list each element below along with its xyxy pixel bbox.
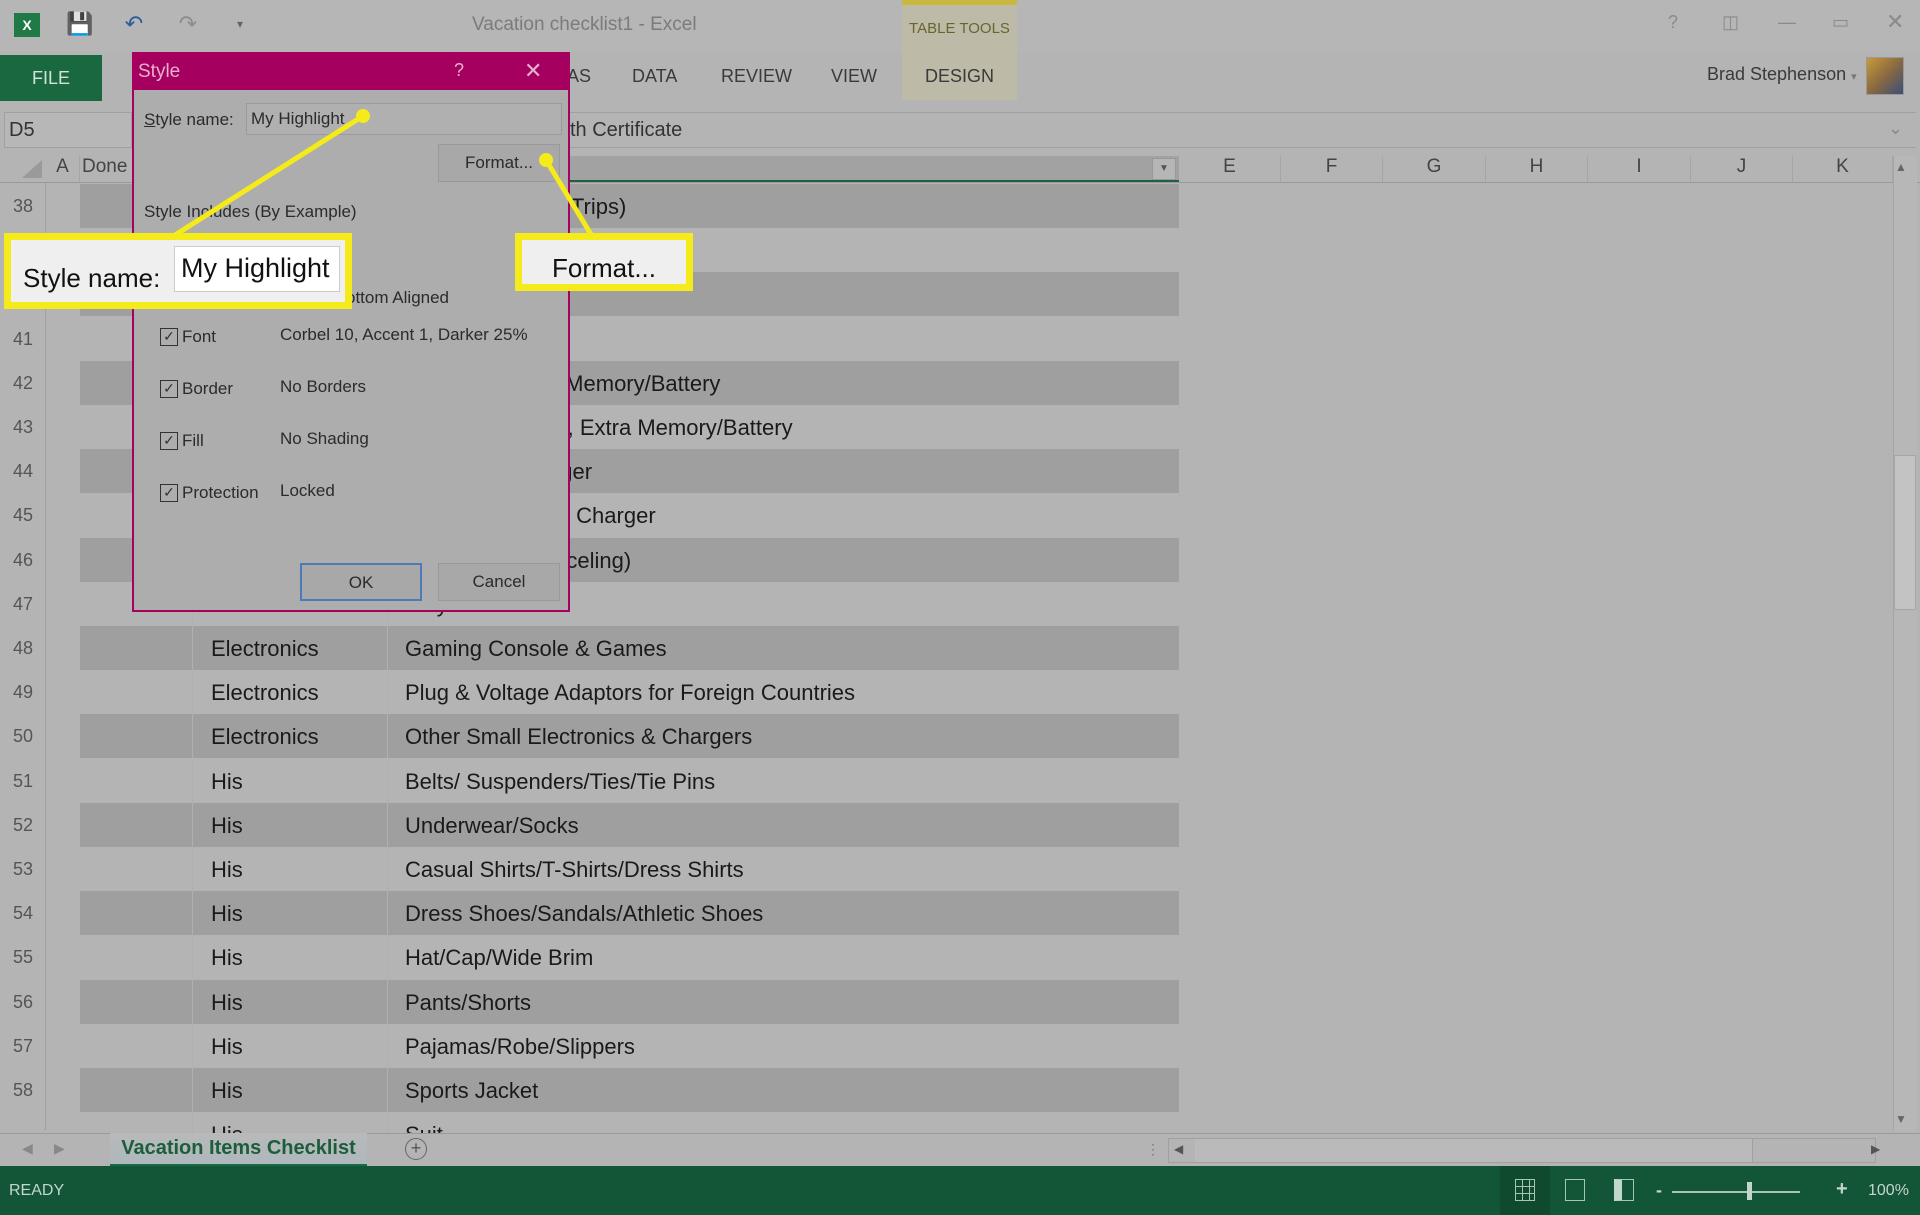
callout-line-format: [543, 158, 595, 238]
callout-style-name: Style name: My Highlight: [4, 233, 352, 309]
callout-style-name-value: My Highlight: [174, 246, 340, 292]
callout-lines: [173, 109, 595, 238]
callout-line-style-name: [173, 113, 365, 238]
callout-dot-format: [539, 153, 553, 167]
callout-dot-style-name: [356, 109, 370, 123]
callout-style-name-label: Style name:: [23, 263, 161, 293]
callout-format: Format...: [515, 233, 693, 291]
callout-format-label: Format...: [551, 253, 656, 283]
